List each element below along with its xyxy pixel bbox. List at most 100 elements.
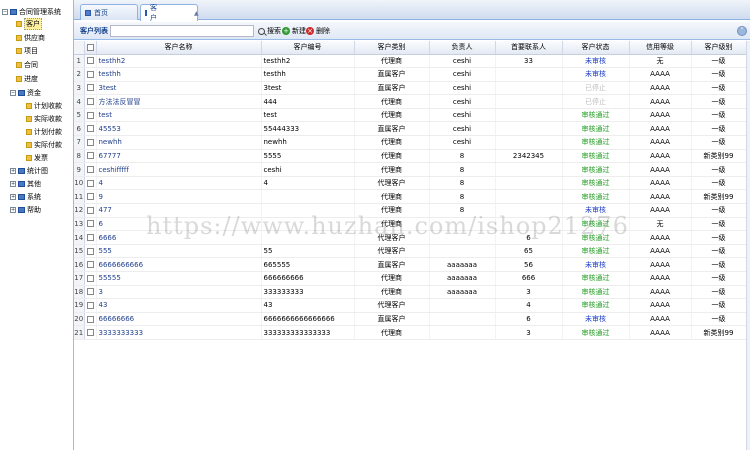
sidebar-item-project[interactable]: 项目 — [16, 46, 38, 56]
expand-toggle-icon[interactable]: + — [10, 194, 16, 200]
sidebar-item-planned-payment[interactable]: 计划付款 — [26, 127, 62, 137]
delete-button[interactable]: × 删除 — [306, 25, 330, 37]
row-checkbox[interactable] — [84, 81, 97, 96]
table-row[interactable]: 14 6666 代理客户 6 审核通过 AAAA 一级 — [74, 230, 747, 245]
cell-customer-name[interactable]: 3333333333 — [96, 325, 262, 340]
table-row[interactable]: 18 3 333333333 代理商 aaaaaaa 3 审核通过 AAAA 一级 — [74, 285, 747, 300]
table-row[interactable]: 6 45553 55444333 直属客户 ceshi 审核通过 AAAA 一级 — [74, 121, 747, 137]
cell-customer-name[interactable]: testhh — [96, 67, 262, 82]
tab-close-icon[interactable]: ▲ — [194, 10, 199, 17]
row-checkbox[interactable] — [84, 325, 97, 340]
table-row[interactable]: 13 6 代理商 审核通过无一级 — [74, 217, 747, 232]
tab-customer[interactable]: 客户 ▲ — [140, 4, 199, 22]
sidebar-item-progress[interactable]: 进度 — [16, 74, 38, 84]
table-row[interactable]: 2 testhh testhh 直属客户 ceshi 未审核 AAAA 一级 — [74, 67, 747, 82]
table-row[interactable]: 10 4 4 代理客户 8 审核通过 AAAA 一级 — [74, 176, 747, 191]
column-header-level[interactable]: 客户级别 — [691, 41, 747, 55]
table-row[interactable]: 1 testhh2 testhh2 代理商 ceshi 33 未审核无一级 — [74, 54, 747, 69]
cell-customer-name[interactable]: ceshifffff — [96, 162, 262, 177]
table-row[interactable]: 21 3333333333 333333333333333 代理商 3 审核通过 AAAA 新… — [74, 325, 747, 340]
row-checkbox[interactable] — [84, 108, 97, 123]
row-checkbox[interactable] — [84, 298, 97, 313]
cell-customer-name[interactable]: 6666 — [96, 230, 262, 245]
cell-customer-name[interactable]: newhh — [96, 135, 262, 150]
tab-home[interactable]: 首页 — [80, 4, 138, 20]
sidebar-item-supplier[interactable]: 供应商 — [16, 33, 45, 43]
table-row[interactable]: 15 555 55 代理客户 65 审核通过 AAAA 一级 — [74, 244, 747, 259]
row-checkbox[interactable] — [84, 149, 97, 164]
cell-customer-name[interactable]: 45553 — [96, 121, 262, 137]
cell-customer-name[interactable]: test — [96, 108, 262, 123]
table-row[interactable]: 4 方法法反冒冒 444 代理商 ceshi 已停止 AAAA 一级 — [74, 94, 747, 109]
select-all-checkbox[interactable] — [84, 41, 97, 55]
column-header-type[interactable]: 客户类别 — [354, 41, 430, 55]
cell-customer-name[interactable]: 3 — [96, 285, 262, 300]
row-checkbox[interactable] — [84, 230, 97, 245]
sidebar-group-statistics[interactable]: + 统计图 — [10, 166, 48, 176]
table-row[interactable]: 20 66666666 6666666666666666 直属客户 6 未审核 AAAA 一级 — [74, 312, 747, 327]
row-checkbox[interactable] — [84, 312, 97, 327]
column-header-owner[interactable]: 负责人 — [429, 41, 496, 55]
cell-customer-name[interactable]: 66666666 — [96, 312, 262, 327]
table-row[interactable]: 12 477 代理商 8 未审核 AAAA 一级 — [74, 203, 747, 218]
search-input[interactable] — [110, 25, 254, 37]
collapse-panel-icon[interactable]: ˅ — [737, 26, 747, 36]
cell-customer-name[interactable]: 6666666666 — [96, 257, 262, 272]
column-header-contact[interactable]: 首要联系人 — [495, 41, 563, 55]
add-button[interactable]: + 新建 — [282, 25, 306, 37]
sidebar-item-contract[interactable]: 合同 — [16, 60, 38, 70]
cell-customer-name[interactable]: 方法法反冒冒 — [96, 94, 262, 109]
row-checkbox[interactable] — [84, 244, 97, 259]
search-button[interactable]: 搜索 — [258, 25, 281, 37]
row-checkbox[interactable] — [84, 54, 97, 69]
row-checkbox[interactable] — [84, 285, 97, 300]
row-checkbox[interactable] — [84, 135, 97, 150]
cell-customer-name[interactable]: 477 — [96, 203, 262, 218]
table-row[interactable]: 19 43 43 代理客户 4 审核通过 AAAA 一级 — [74, 298, 747, 313]
collapse-toggle-icon[interactable]: − — [2, 9, 8, 15]
row-checkbox[interactable] — [84, 257, 97, 272]
expand-toggle-icon[interactable]: + — [10, 181, 16, 187]
column-header-name[interactable]: 客户名称 — [96, 41, 262, 55]
cell-customer-name[interactable]: 555 — [96, 244, 262, 259]
sidebar-group-system[interactable]: + 系统 — [10, 192, 41, 202]
row-checkbox[interactable] — [84, 121, 97, 137]
cell-customer-name[interactable]: 4 — [96, 176, 262, 191]
sidebar-item-invoice[interactable]: 发票 — [26, 153, 48, 163]
table-row[interactable]: 11 9 代理商 8 审核通过 AAAA 新类别99 — [74, 189, 747, 205]
sidebar-group-fund[interactable]: − 资金 — [10, 88, 41, 98]
sidebar-item-actual-payment[interactable]: 实际付款 — [26, 140, 62, 150]
table-row[interactable]: 17 55555 666666666 代理商 aaaaaaa 666 审核通过 AAAA 一级 — [74, 271, 747, 286]
row-checkbox[interactable] — [84, 67, 97, 82]
expand-toggle-icon[interactable]: + — [10, 168, 16, 174]
table-row[interactable]: 16 6666666666 665555 直属客户 aaaaaaa 56 未审核 AAAA 一级 — [74, 257, 747, 272]
column-header-credit[interactable]: 信用等级 — [629, 41, 692, 55]
sidebar-item-actual-receipt[interactable]: 实际收款 — [26, 114, 62, 124]
row-checkbox[interactable] — [84, 94, 97, 109]
sidebar-group-other[interactable]: + 其他 — [10, 179, 41, 189]
row-checkbox[interactable] — [84, 162, 97, 177]
table-row[interactable]: 5 test test 代理商 ceshi 审核通过 AAAA 一级 — [74, 108, 747, 123]
column-header-status[interactable]: 客户状态 — [562, 41, 630, 55]
row-checkbox[interactable] — [84, 176, 97, 191]
table-row[interactable]: 9 ceshifffff ceshi 代理商 8 审核通过 AAAA 一级 — [74, 162, 747, 177]
sidebar-item-planned-receipt[interactable]: 计划收款 — [26, 101, 62, 111]
tree-root[interactable]: − 合同管理系统 — [2, 7, 61, 17]
cell-customer-name[interactable]: 9 — [96, 189, 262, 205]
row-checkbox[interactable] — [84, 217, 97, 232]
cell-customer-name[interactable]: 6 — [96, 217, 262, 232]
cell-customer-name[interactable]: 3test — [96, 81, 262, 96]
column-header-code[interactable]: 客户编号 — [261, 41, 355, 55]
row-checkbox[interactable] — [84, 189, 97, 205]
cell-customer-name[interactable]: 55555 — [96, 271, 262, 286]
sidebar-group-help[interactable]: + 帮助 — [10, 205, 41, 215]
cell-customer-name[interactable]: testhh2 — [96, 54, 262, 69]
table-row[interactable]: 3 3test 3test 直属客户 ceshi 已停止 AAAA 一级 — [74, 81, 747, 96]
cell-customer-name[interactable]: 67777 — [96, 149, 262, 164]
row-checkbox[interactable] — [84, 271, 97, 286]
table-row[interactable]: 8 67777 5555 代理商 8 2342345 审核通过 AAAA 新类别99 — [74, 149, 747, 164]
table-row[interactable]: 7 newhh newhh 代理商 ceshi 审核通过 AAAA 一级 — [74, 135, 747, 150]
collapse-toggle-icon[interactable]: − — [10, 90, 16, 96]
expand-toggle-icon[interactable]: + — [10, 207, 16, 213]
row-checkbox[interactable] — [84, 203, 97, 218]
